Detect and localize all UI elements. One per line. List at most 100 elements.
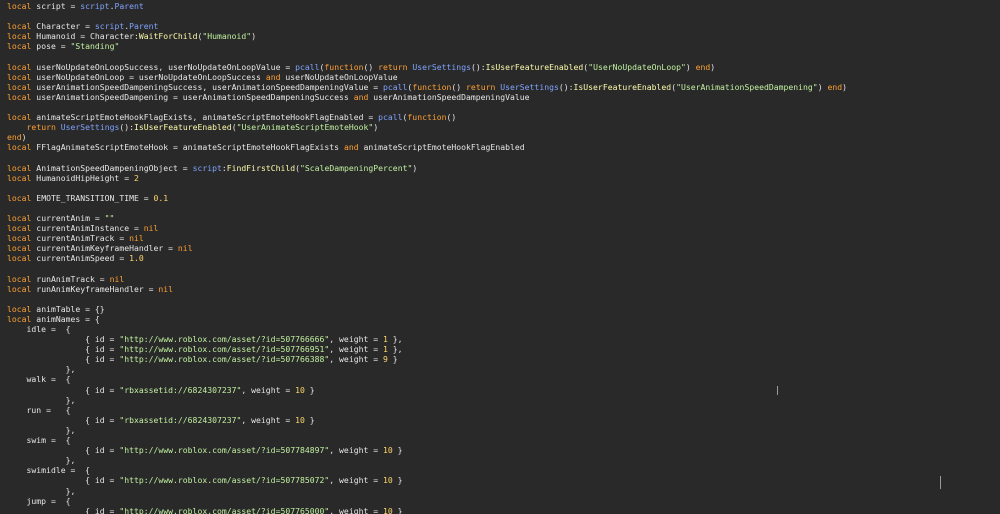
code-line[interactable] bbox=[7, 203, 992, 213]
code-token: 0.1 bbox=[153, 192, 169, 203]
code-line[interactable] bbox=[7, 263, 992, 273]
code-token: "Standing" bbox=[70, 41, 120, 52]
code-line[interactable]: swim = { bbox=[7, 435, 992, 445]
code-token: } bbox=[392, 505, 403, 514]
code-editor[interactable]: local script = script.Parent local Chara… bbox=[0, 0, 1000, 514]
code-line[interactable]: idle = { bbox=[7, 324, 992, 334]
code-line[interactable]: { id = "http://www.roblox.com/asset/?id=… bbox=[7, 344, 992, 354]
code-token: animateScriptEmoteHookFlagEnabled bbox=[358, 142, 525, 153]
code-token: local bbox=[7, 142, 32, 153]
code-line[interactable]: }, bbox=[7, 425, 992, 435]
code-token: } bbox=[392, 445, 403, 456]
code-line[interactable] bbox=[7, 11, 992, 21]
code-token: currentAnimSpeed = bbox=[31, 253, 130, 264]
code-token: local bbox=[7, 1, 32, 11]
code-line[interactable]: local currentAnimKeyframeHandler = nil bbox=[7, 243, 992, 253]
code-line[interactable]: local currentAnimSpeed = 1.0 bbox=[7, 253, 992, 263]
code-token: function bbox=[324, 61, 364, 72]
code-line[interactable]: local userNoUpdateOnLoop = userNoUpdateO… bbox=[7, 72, 992, 82]
code-token: "rbxassetid://6824307237" bbox=[119, 384, 242, 395]
code-token: ) bbox=[842, 81, 848, 92]
code-line[interactable]: local userAnimationSpeedDampeningSuccess… bbox=[7, 82, 992, 92]
code-line[interactable] bbox=[7, 102, 992, 112]
code-token: and bbox=[343, 142, 359, 153]
code-line[interactable]: }, bbox=[7, 395, 992, 405]
code-line[interactable]: local animateScriptEmoteHookFlagExists, … bbox=[7, 112, 992, 122]
code-line[interactable]: swimidle = { bbox=[7, 465, 992, 475]
code-line[interactable]: local userAnimationSpeedDampening = user… bbox=[7, 92, 992, 102]
code-token: jump = { bbox=[7, 495, 71, 506]
code-token: ) bbox=[373, 122, 379, 133]
code-line[interactable]: local currentAnimInstance = nil bbox=[7, 223, 992, 233]
code-line[interactable] bbox=[7, 294, 992, 304]
code-line[interactable]: local AnimationSpeedDampeningObject = sc… bbox=[7, 163, 992, 173]
code-token: , weight = bbox=[329, 344, 383, 355]
code-token: nil bbox=[109, 273, 125, 284]
code-token: () bbox=[363, 61, 379, 72]
code-token: "http://www.roblox.com/asset/?id=5077848… bbox=[119, 445, 330, 456]
code-line[interactable]: end) bbox=[7, 132, 992, 142]
code-line[interactable]: return UserSettings():IsUserFeatureEnabl… bbox=[7, 122, 992, 132]
code-token: 10 bbox=[295, 414, 305, 425]
code-token: local bbox=[7, 71, 32, 82]
code-token: animNames = { bbox=[31, 313, 100, 324]
code-line[interactable]: run = { bbox=[7, 405, 992, 415]
code-line[interactable]: }, bbox=[7, 486, 992, 496]
code-token: nil bbox=[177, 243, 193, 254]
code-line[interactable]: { id = "http://www.roblox.com/asset/?id=… bbox=[7, 334, 992, 344]
code-line[interactable]: { id = "http://www.roblox.com/asset/?id=… bbox=[7, 445, 992, 455]
code-token: ) bbox=[710, 61, 716, 72]
code-token: local bbox=[7, 112, 32, 123]
code-line[interactable]: local script = script.Parent bbox=[7, 1, 992, 11]
code-line[interactable] bbox=[7, 51, 992, 61]
code-token: userAnimationSpeedDampeningValue bbox=[368, 91, 530, 102]
code-line[interactable]: }, bbox=[7, 364, 992, 374]
code-token: UserSettings bbox=[500, 81, 559, 92]
code-token: { id = bbox=[7, 445, 120, 456]
code-token: run = { bbox=[7, 404, 71, 415]
code-line[interactable]: local Character = script.Parent bbox=[7, 21, 992, 31]
code-line[interactable]: local animNames = { bbox=[7, 314, 992, 324]
code-token: { id = bbox=[7, 414, 120, 425]
code-line[interactable]: local animTable = {} bbox=[7, 304, 992, 314]
code-line[interactable]: { id = "rbxassetid://6824307237", weight… bbox=[7, 385, 992, 395]
code-line[interactable] bbox=[7, 152, 992, 162]
code-token: and bbox=[265, 71, 281, 82]
code-line[interactable]: { id = "rbxassetid://6824307237", weight… bbox=[7, 415, 992, 425]
code-token: return bbox=[466, 81, 496, 92]
code-line[interactable]: jump = { bbox=[7, 496, 992, 506]
code-token: end bbox=[827, 81, 843, 92]
code-token: local bbox=[7, 253, 32, 264]
code-line[interactable]: { id = "http://www.roblox.com/asset/?id=… bbox=[7, 354, 992, 364]
code-line[interactable]: { id = "http://www.roblox.com/asset/?id=… bbox=[7, 506, 992, 514]
code-token: }, bbox=[387, 344, 403, 355]
code-token: local bbox=[7, 162, 32, 173]
code-line[interactable]: local FFlagAnimateScriptEmoteHook = anim… bbox=[7, 142, 992, 152]
code-line[interactable]: local HumanoidHipHeight = 2 bbox=[7, 173, 992, 183]
code-line[interactable]: local userNoUpdateOnLoopSuccess, userNoU… bbox=[7, 62, 992, 72]
code-token: Parent bbox=[129, 21, 159, 32]
code-line[interactable]: }, bbox=[7, 455, 992, 465]
code-token: "UserAnimationSpeedDampening" bbox=[676, 81, 818, 92]
code-token: (): bbox=[558, 81, 574, 92]
code-line[interactable]: walk = { bbox=[7, 374, 992, 384]
code-token: , weight = bbox=[241, 384, 296, 395]
code-line[interactable]: local Humanoid = Character:WaitForChild(… bbox=[7, 31, 992, 41]
code-line[interactable]: local runAnimKeyframeHandler = nil bbox=[7, 284, 992, 294]
code-line[interactable]: local currentAnim = "" bbox=[7, 213, 992, 223]
code-token: animTable = {} bbox=[31, 303, 105, 314]
code-token: "UserNoUpdateOnLoop" bbox=[588, 61, 686, 72]
code-token: IsUserFeatureEnabled bbox=[573, 81, 672, 92]
code-area[interactable]: local script = script.Parent local Chara… bbox=[7, 1, 992, 514]
code-line[interactable]: { id = "http://www.roblox.com/asset/?id=… bbox=[7, 475, 992, 485]
code-line[interactable]: local EMOTE_TRANSITION_TIME = 0.1 bbox=[7, 193, 992, 203]
code-line[interactable]: local pose = "Standing" bbox=[7, 41, 992, 51]
code-line[interactable]: local currentAnimTrack = nil bbox=[7, 233, 992, 243]
code-token: Parent bbox=[114, 1, 144, 11]
code-token: , weight = bbox=[329, 354, 383, 365]
code-line[interactable] bbox=[7, 183, 992, 193]
code-token: runAnimTrack = bbox=[31, 273, 110, 284]
code-token: end bbox=[695, 61, 711, 72]
code-token: return bbox=[378, 61, 408, 72]
code-line[interactable]: local runAnimTrack = nil bbox=[7, 274, 992, 284]
